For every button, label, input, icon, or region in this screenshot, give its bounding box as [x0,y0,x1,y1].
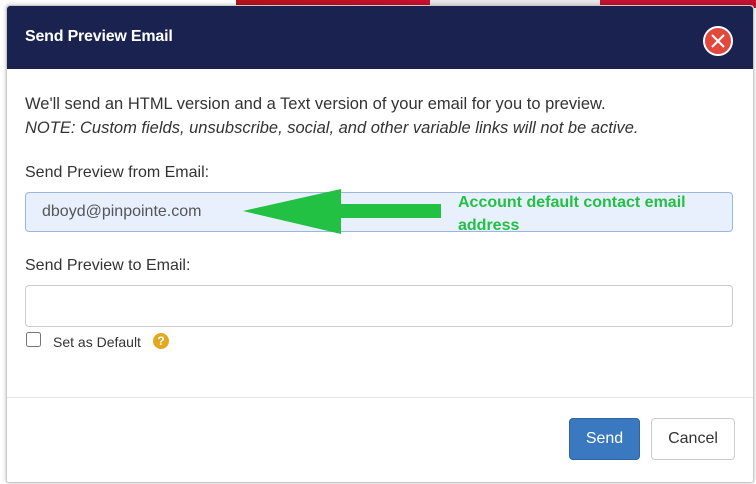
annotation-text: Account default contact email address [458,194,686,234]
close-icon [711,34,725,48]
set-default-checkbox[interactable] [26,332,41,347]
annotation-arrow-icon [243,189,441,234]
send-button[interactable]: Send [569,418,640,460]
from-email-label: Send Preview from Email: [25,164,210,181]
footer-divider [7,397,753,398]
help-icon[interactable]: ? [153,333,169,349]
to-email-label: Send Preview to Email: [25,257,191,274]
close-button[interactable] [703,26,733,56]
dialog-header: Send Preview Email [7,6,753,69]
dialog-title: Send Preview Email [25,28,173,45]
dialog-description: We'll send an HTML version and a Text ve… [25,92,735,140]
cancel-button[interactable]: Cancel [651,418,735,460]
send-preview-dialog: Send Preview Email We'll send an HTML ve… [6,5,754,483]
to-email-field[interactable] [25,285,733,327]
description-note: NOTE: Custom fields, unsubscribe, social… [25,119,639,137]
set-default-label: Set as Default [53,334,141,350]
description-text: We'll send an HTML version and a Text ve… [25,95,606,113]
